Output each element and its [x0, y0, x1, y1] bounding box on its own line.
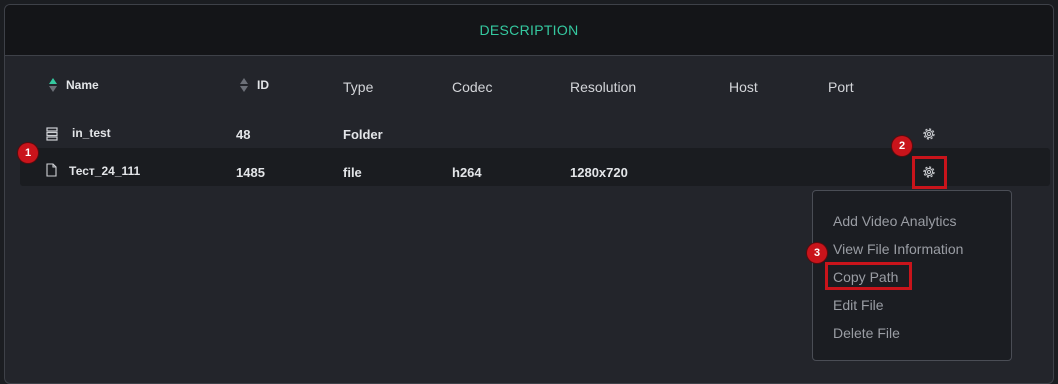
column-header-codec-label: Codec	[452, 79, 493, 95]
gear-highlight-box	[912, 156, 947, 189]
panel-title: DESCRIPTION	[479, 22, 579, 38]
column-header-host: Host	[729, 79, 758, 95]
row-name[interactable]: Тест_24_111	[69, 164, 140, 178]
column-header-resolution: Resolution	[570, 79, 636, 95]
column-header-port: Port	[828, 79, 854, 95]
menu-item-add-video-analytics[interactable]: Add Video Analytics	[833, 213, 957, 229]
row-codec: h264	[452, 165, 482, 180]
column-header-codec: Codec	[452, 79, 492, 95]
column-header-type: Type	[343, 79, 373, 95]
column-header-id-label: ID	[257, 78, 269, 92]
row-name[interactable]: in_test	[72, 126, 111, 140]
folder-stack-icon	[46, 127, 58, 141]
column-header-name[interactable]: Name	[49, 78, 99, 92]
column-header-host-label: Host	[729, 79, 758, 95]
step-marker-2: 2	[892, 136, 912, 156]
step-marker-3: 3	[807, 243, 827, 263]
column-header-port-label: Port	[828, 79, 854, 95]
menu-item-edit-file[interactable]: Edit File	[833, 297, 884, 313]
step-marker-1: 1	[18, 143, 38, 163]
row-id: 48	[236, 127, 251, 142]
column-header-type-label: Type	[343, 79, 374, 95]
sort-icon[interactable]	[240, 78, 248, 92]
column-header-name-label: Name	[66, 78, 99, 92]
column-header-id[interactable]: ID	[240, 78, 269, 92]
row-type: Folder	[343, 127, 383, 142]
column-header-resolution-label: Resolution	[570, 79, 637, 95]
copy-path-highlight-box	[825, 262, 912, 290]
file-icon	[46, 163, 57, 177]
gear-icon[interactable]	[921, 126, 937, 142]
row-type: file	[343, 165, 362, 180]
menu-item-delete-file[interactable]: Delete File	[833, 325, 900, 341]
row-id: 1485	[236, 165, 265, 180]
menu-item-view-file-information[interactable]: View File Information	[833, 241, 963, 257]
panel-header: DESCRIPTION	[5, 5, 1053, 56]
row-resolution: 1280x720	[570, 165, 628, 180]
sort-icon[interactable]	[49, 78, 57, 92]
